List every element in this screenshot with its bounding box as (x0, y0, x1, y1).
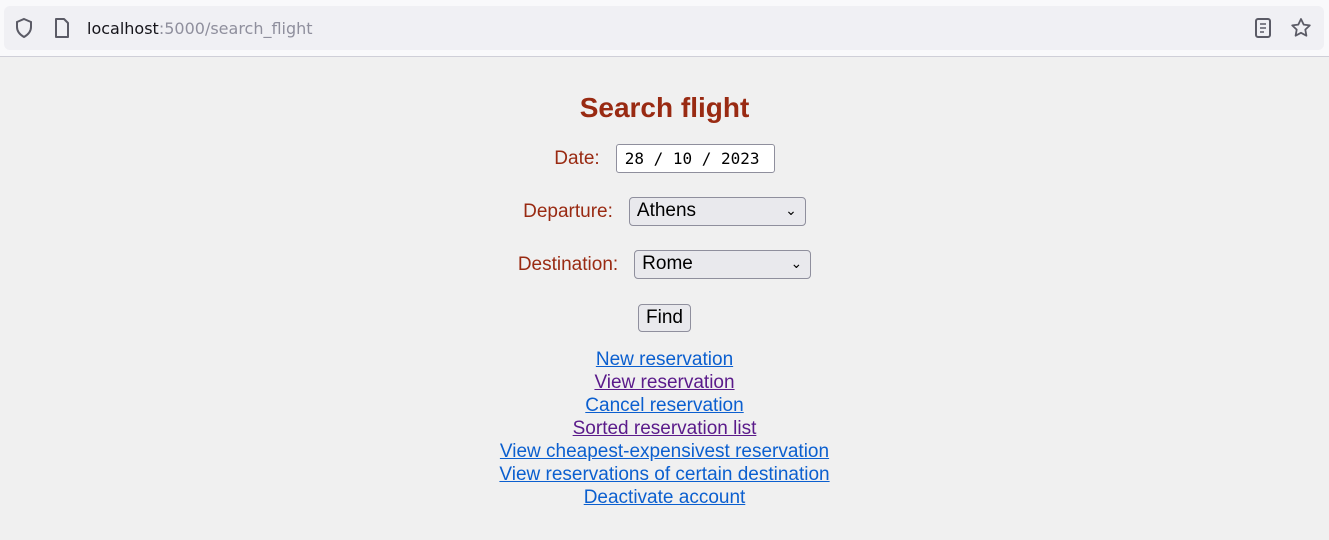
nav-link-cancel-reservation[interactable]: Cancel reservation (585, 394, 743, 417)
page-icon (55, 18, 69, 38)
departure-label: Departure: (523, 200, 613, 222)
chevron-down-icon: ⌄ (785, 202, 797, 218)
nav-link-deactivate-account[interactable]: Deactivate account (584, 486, 746, 509)
url-text[interactable]: localhost:5000/search_flight (87, 19, 313, 38)
find-row: Find (0, 291, 1329, 344)
url-path: :5000/search_flight (158, 19, 313, 38)
links-list: New reservation View reservation Cancel re… (0, 348, 1329, 509)
date-row: Date: 28 / 10 / 2023 (0, 132, 1329, 185)
destination-row: Destination: Rome ⌄ (0, 238, 1329, 291)
destination-value: Rome (642, 253, 693, 274)
nav-link-view-reservation[interactable]: View reservation (594, 371, 734, 394)
destination-label: Destination: (517, 253, 619, 275)
shield-icon[interactable] (12, 16, 36, 40)
nav-link-view-cheapest-expensivest-reservation[interactable]: View cheapest-expensivest reservation (500, 440, 829, 463)
nav-link-view-reservations-of-certain-destination[interactable]: View reservations of certain destination (499, 463, 829, 486)
address-bar[interactable]: localhost:5000/search_flight (4, 6, 1324, 50)
destination-select[interactable]: Rome ⌄ (634, 250, 812, 279)
reader-view-icon[interactable] (1251, 16, 1275, 40)
date-input[interactable]: 28 / 10 / 2023 (615, 144, 775, 173)
page-title: Search flight (579, 92, 750, 123)
nav-link-sorted-reservation-list[interactable]: Sorted reservation list (573, 417, 757, 440)
bookmark-star-icon[interactable] (1289, 16, 1313, 40)
browser-toolbar: localhost:5000/search_flight (0, 0, 1329, 57)
chevron-down-icon: ⌄ (790, 255, 803, 271)
departure-select[interactable]: Athens ⌄ (628, 197, 806, 226)
find-button[interactable]: Find (638, 303, 691, 332)
search-flight-page: Search flight Date: 28 / 10 / 2023 Depar… (0, 57, 1329, 509)
date-label: Date: (554, 147, 600, 169)
departure-value: Athens (636, 200, 697, 221)
departure-row: Departure: Athens ⌄ (0, 185, 1329, 238)
url-host: localhost (87, 19, 159, 38)
nav-link-new-reservation[interactable]: New reservation (596, 348, 733, 371)
